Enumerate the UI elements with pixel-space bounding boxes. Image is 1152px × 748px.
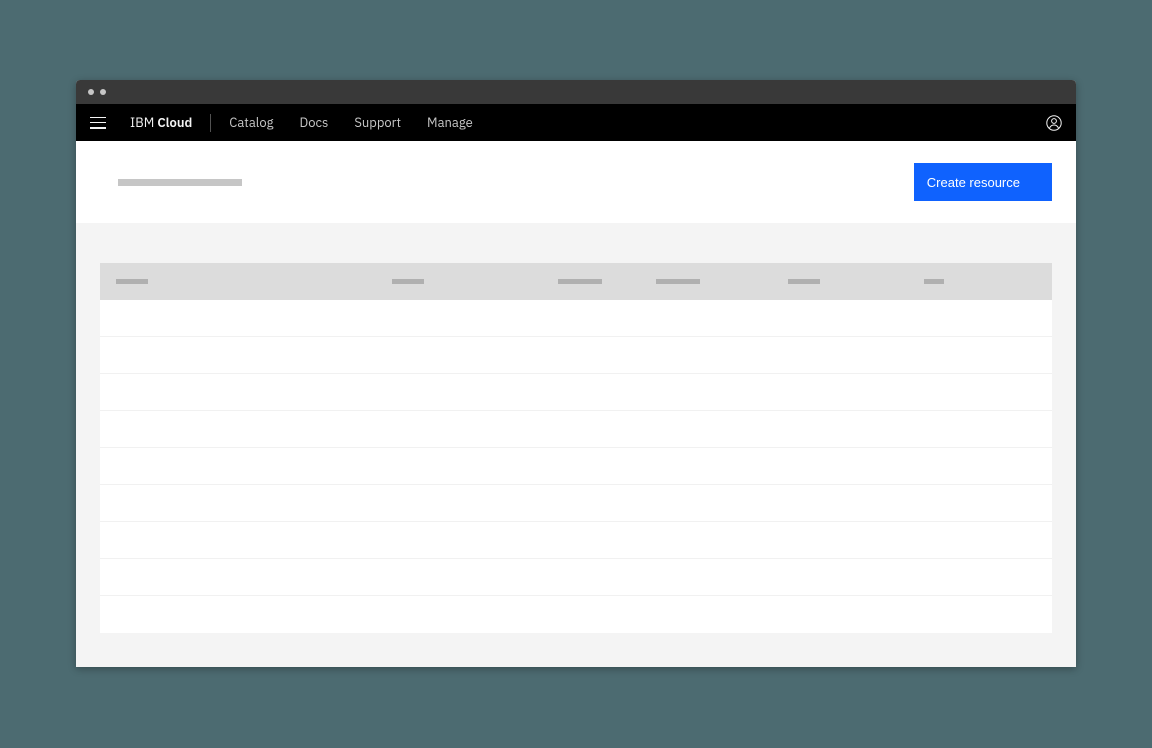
column-header-skeleton — [924, 279, 944, 284]
table-row[interactable] — [100, 559, 1052, 596]
window-dot — [88, 89, 94, 95]
brand-prefix: IBM — [130, 114, 154, 131]
column-header-skeleton — [558, 279, 602, 284]
table-row[interactable] — [100, 300, 1052, 337]
column-header-skeleton — [116, 279, 148, 284]
table-row[interactable] — [100, 596, 1052, 633]
column-header-skeleton — [656, 279, 700, 284]
table-row[interactable] — [100, 485, 1052, 522]
nav-catalog[interactable]: Catalog — [229, 114, 273, 131]
nav-links: Catalog Docs Support Manage — [229, 114, 473, 131]
table-row[interactable] — [100, 448, 1052, 485]
brand-suffix: Cloud — [157, 114, 192, 131]
top-navigation-bar: IBM Cloud Catalog Docs Support Manage — [76, 104, 1076, 141]
menu-icon[interactable] — [90, 117, 106, 129]
page-header: Create resource — [76, 141, 1076, 223]
table-row[interactable] — [100, 522, 1052, 559]
column-header-skeleton — [788, 279, 820, 284]
nav-support[interactable]: Support — [354, 114, 401, 131]
browser-window: IBM Cloud Catalog Docs Support Manage Cr… — [76, 80, 1076, 667]
table-row[interactable] — [100, 411, 1052, 448]
browser-chrome — [76, 80, 1076, 104]
page-title-skeleton — [118, 179, 242, 186]
table-header-row — [100, 263, 1052, 300]
create-resource-button[interactable]: Create resource — [914, 163, 1052, 201]
nav-manage[interactable]: Manage — [427, 114, 473, 131]
content-area — [76, 223, 1076, 667]
column-header-skeleton — [392, 279, 424, 284]
resource-table — [100, 263, 1052, 633]
nav-docs[interactable]: Docs — [299, 114, 328, 131]
window-dot — [100, 89, 106, 95]
divider — [210, 114, 211, 132]
table-row[interactable] — [100, 337, 1052, 374]
table-body — [100, 300, 1052, 633]
table-row[interactable] — [100, 374, 1052, 411]
brand-logo[interactable]: IBM Cloud — [130, 114, 192, 131]
user-avatar-icon[interactable] — [1046, 115, 1062, 131]
